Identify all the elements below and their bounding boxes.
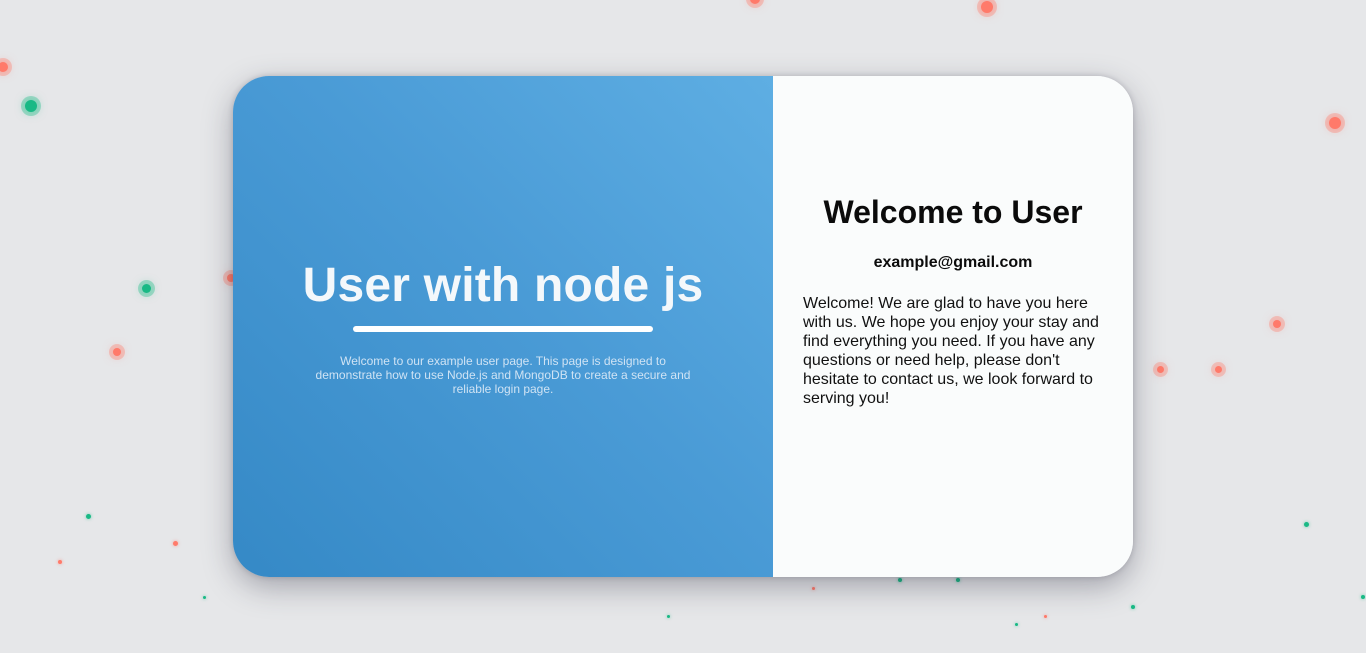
particle-dot [1329,117,1341,129]
welcome-message: Welcome! We are glad to have you here wi… [803,294,1099,407]
user-card: User with node js Welcome to our example… [233,76,1133,577]
particle-dot [981,1,993,13]
hero-description: Welcome to our example user page. This p… [315,354,691,397]
particle-dot [667,615,670,618]
particle-dot [173,541,178,546]
particle-dot [750,0,760,4]
particle-dot [86,514,91,519]
welcome-title: Welcome to User [823,194,1083,231]
particle-dot [1215,366,1222,373]
particle-dot [58,560,62,564]
particle-dot [898,578,902,582]
particle-dot [25,100,37,112]
hero-title: User with node js [302,258,704,312]
particle-dot [0,62,8,72]
page-background: User with node js Welcome to our example… [0,0,1366,653]
welcome-panel: Welcome to User example@gmail.com Welcom… [773,76,1133,577]
user-email: example@gmail.com [873,253,1033,271]
hero-underline [353,326,653,333]
particle-dot [1157,366,1164,373]
particle-dot [1361,595,1365,599]
hero-panel: User with node js Welcome to our example… [233,76,773,577]
particle-dot [956,578,960,582]
particle-dot [1273,320,1281,328]
particle-dot [142,284,151,293]
particle-dot [113,348,121,356]
particle-dot [1131,605,1135,609]
particle-dot [1015,623,1018,626]
particle-dot [812,587,815,590]
particle-dot [1304,522,1309,527]
particle-dot [203,596,206,599]
hero-content: User with node js Welcome to our example… [303,257,704,397]
particle-dot [1044,615,1047,618]
